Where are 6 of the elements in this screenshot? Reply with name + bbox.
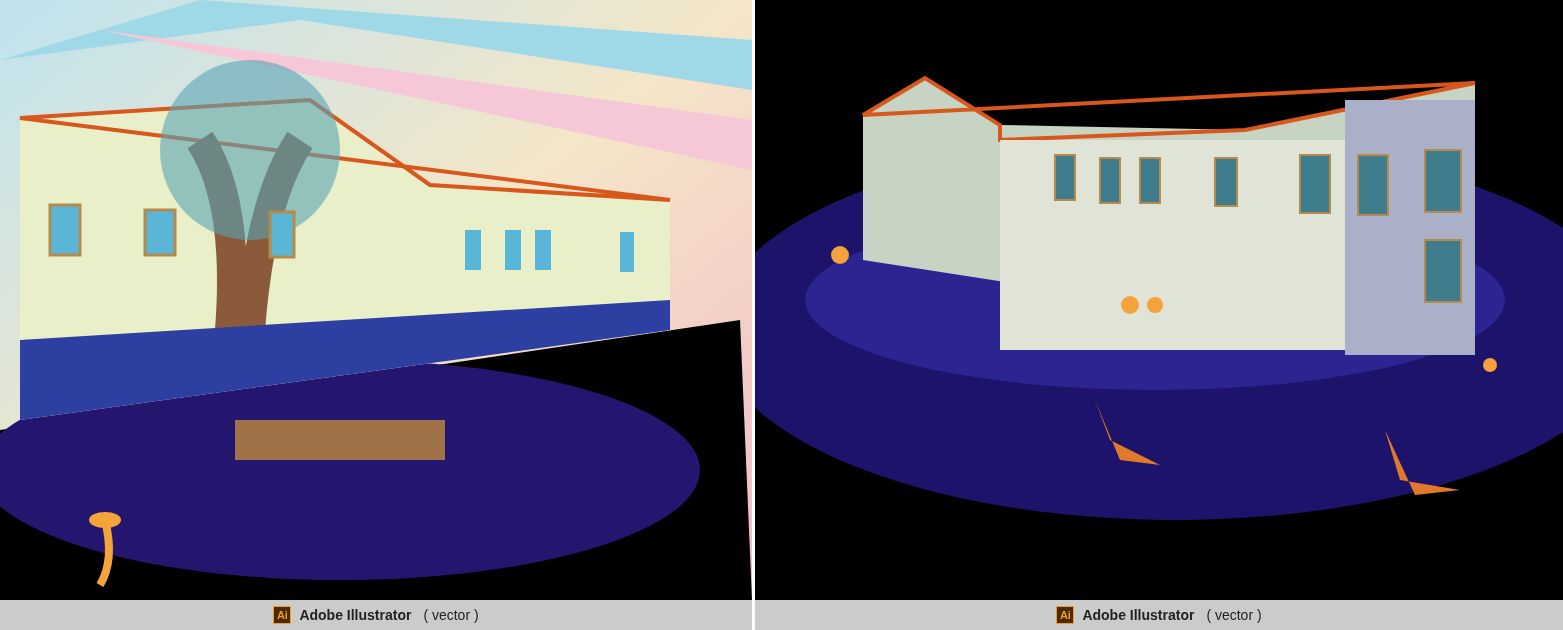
format-note: ( vector ): [1206, 605, 1262, 625]
app-name: Adobe Illustrator: [1082, 605, 1195, 625]
format-note: ( vector ): [423, 605, 479, 625]
app-name: Adobe Illustrator: [299, 605, 412, 625]
app-icon: Ai: [273, 606, 292, 624]
app-icon: Ai: [1056, 606, 1075, 624]
